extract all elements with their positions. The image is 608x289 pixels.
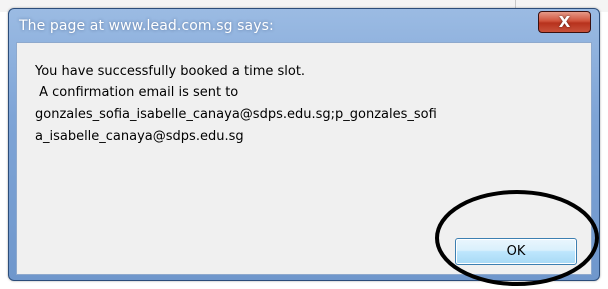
close-icon: X bbox=[558, 13, 571, 31]
screenshot-stage: The page at www.lead.com.sg says: X You … bbox=[0, 0, 608, 289]
alert-dialog: The page at www.lead.com.sg says: X You … bbox=[8, 8, 600, 281]
dialog-title: The page at www.lead.com.sg says: bbox=[19, 18, 274, 34]
message-line-3: gonzales_sofia_isabelle_canaya@sdps.edu.… bbox=[35, 107, 437, 122]
close-button[interactable]: X bbox=[538, 11, 591, 33]
message-line-4: a_isabelle_canaya@sdps.edu.sg bbox=[35, 129, 244, 144]
dialog-content: You have successfully booked a time slot… bbox=[16, 42, 592, 275]
ok-button-label: OK bbox=[506, 244, 526, 259]
ok-button[interactable]: OK bbox=[455, 238, 577, 265]
message-line-1: You have successfully booked a time slot… bbox=[35, 64, 306, 79]
message-line-2: A confirmation email is sent to bbox=[35, 85, 239, 100]
dialog-titlebar[interactable]: The page at www.lead.com.sg says: X bbox=[9, 9, 599, 39]
